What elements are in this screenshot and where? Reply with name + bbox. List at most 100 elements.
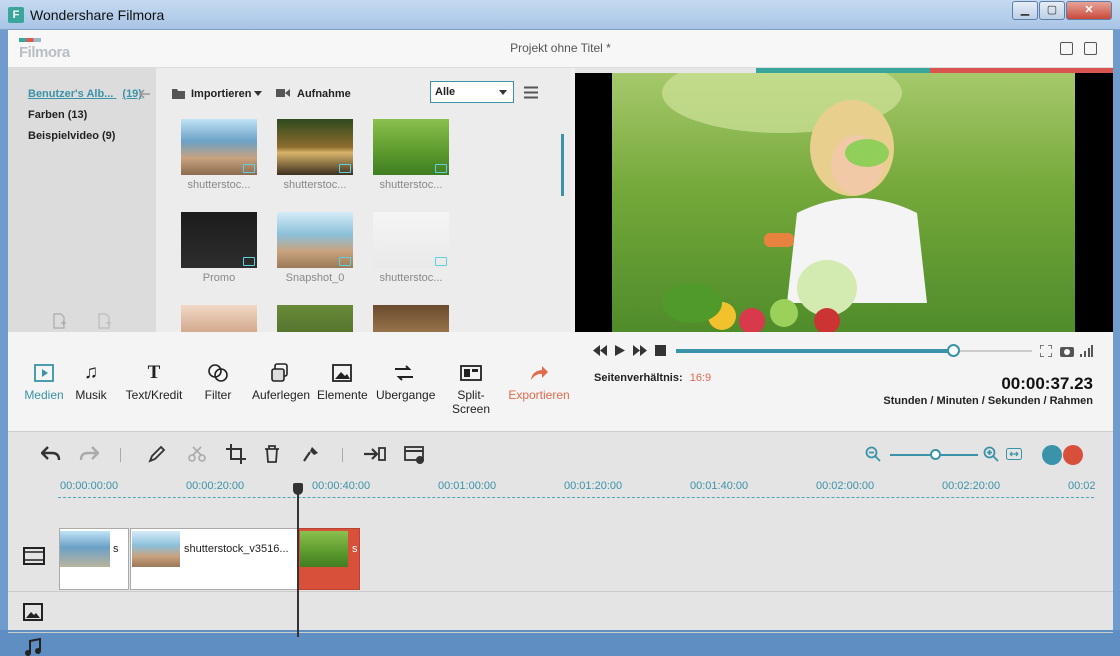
playback-progress-bar[interactable] [676,344,1032,357]
tool-media-label: Medien [24,388,64,402]
clip-label: s [352,543,358,555]
stop-icon[interactable] [655,345,666,356]
media-caption: shutterstoc... [379,179,443,191]
app-window: F Wondershare Filmora ▁ ▢ ✕ Filmora Proj… [0,0,1120,656]
media-filter-value: Alle [435,86,456,98]
media-scrollbar[interactable] [561,134,564,196]
play-icon[interactable] [615,345,625,356]
tool-text[interactable]: T Text/Kredit [124,362,184,402]
split-screen-icon [460,365,482,381]
timeline-clip[interactable]: shutterstock_v3516... [130,528,298,590]
media-thumbnail[interactable] [181,119,257,175]
timeline-clip[interactable]: s [59,528,129,590]
remove-album-icon[interactable] [97,313,111,329]
window-title: Wondershare Filmora [30,7,165,23]
minimize-button[interactable]: ▁ [1012,1,1038,20]
edit-pencil-icon[interactable] [148,445,166,463]
tool-transitions[interactable]: Ubergange [376,362,435,402]
music-icon: ♫ [83,362,99,383]
zoom-out-icon[interactable] [865,446,881,462]
import-dropdown-icon[interactable] [254,91,262,96]
redo-icon[interactable] [79,445,99,463]
tool-split-screen[interactable]: Split-Screen [440,362,502,416]
video-preview[interactable] [575,68,1113,332]
record-button[interactable]: Aufnahme [297,88,351,100]
album-user[interactable]: Benutzer's Alb... (19) [28,88,142,100]
video-badge-icon [435,257,447,266]
fullscreen-icon[interactable] [1040,345,1052,357]
album-sample-video[interactable]: Beispielvideo (9) [28,130,115,142]
timeline-ruler[interactable]: 00:00:00:00 00:00:20:00 00:00:40:00 00:0… [58,478,1096,498]
snapshot-camera-icon[interactable] [1060,345,1074,357]
camera-icon[interactable] [276,88,290,98]
list-view-icon[interactable] [524,86,538,99]
media-icon [34,364,54,382]
media-thumbnail[interactable] [373,305,449,332]
preview-image [662,73,927,332]
maximize-button[interactable]: ▢ [1039,1,1065,20]
tool-export[interactable]: Exportieren [508,362,570,402]
timeline-grid-icon[interactable] [1063,445,1083,465]
tool-overlay[interactable]: Auferlegen [252,362,310,402]
tool-media[interactable]: Medien [24,362,64,402]
tool-music-label: Musik [75,388,107,402]
scene-detection-icon[interactable] [364,445,386,463]
advanced-settings-icon[interactable] [404,445,426,465]
playhead-knob[interactable] [293,483,303,495]
clip-label: shutterstock_v3516... [184,543,289,555]
media-thumbnail[interactable] [373,119,449,175]
album-colors[interactable]: Farben (13) [28,109,87,121]
tool-split-screen-label: Split-Screen [451,388,491,416]
ruler-tick-label: 00:00:00:00 [60,480,119,492]
close-button[interactable]: ✕ [1066,1,1112,20]
volume-level-icon[interactable] [1080,345,1093,357]
save-icon[interactable] [1060,42,1073,55]
media-caption: shutterstoc... [379,272,443,284]
ruler-tick-label: 00:00:20:00 [186,480,245,492]
tool-export-label: Exportieren [508,388,570,402]
media-thumbnail[interactable] [373,212,449,268]
window-titlebar[interactable]: F Wondershare Filmora ▁ ▢ ✕ [0,0,1120,30]
playback-progress-handle[interactable] [946,344,960,357]
tool-filter[interactable]: Filter [201,362,235,402]
crop-icon[interactable] [226,444,246,464]
delete-trash-icon[interactable] [264,445,280,463]
media-filter-select[interactable]: Alle [430,81,514,103]
rewind-icon[interactable] [593,345,607,356]
undo-icon[interactable] [41,445,61,463]
media-thumbnail[interactable] [181,212,257,268]
add-album-icon[interactable] [52,313,66,329]
folder-icon[interactable] [172,88,185,99]
media-thumbnail[interactable] [277,305,353,332]
tool-music[interactable]: ♫ Musik [74,362,108,402]
split-scissors-icon[interactable] [188,445,206,463]
project-title: Projekt ohne Titel * [510,41,611,55]
media-toolbar: Importieren Aufnahme Alle [156,68,571,108]
ruler-tick-label: 00:01:40:00 [690,480,749,492]
aspect-ratio[interactable]: Seitenverhältnis: 16:9 [594,372,711,384]
clip-thumbnail [60,531,110,567]
collapse-arrow-icon[interactable] [139,89,151,99]
media-thumbnail[interactable] [181,305,257,332]
timeline-playhead[interactable] [293,483,303,637]
fit-timeline-icon[interactable] [1006,448,1022,460]
fast-forward-icon[interactable] [633,345,647,356]
media-thumbnail[interactable] [277,212,353,268]
voiceover-mic-icon[interactable] [302,445,320,463]
timecode-display: 00:00:37.23 [1001,374,1093,393]
aspect-ratio-value: 16:9 [689,372,712,384]
export-icon [531,366,548,380]
tool-filter-label: Filter [204,388,232,402]
tool-elements[interactable]: Elemente [317,362,368,402]
timeline-clip-selected[interactable]: s [298,528,360,590]
zoom-in-icon[interactable] [983,446,999,462]
import-button[interactable]: Importieren [191,88,252,100]
zoom-slider-handle[interactable] [930,449,941,460]
video-track-icon [23,547,45,565]
track-manager-icon[interactable] [1042,445,1062,465]
media-caption: Snapshot_0 [285,272,345,284]
ruler-tick-label: 00:02:00:00 [816,480,875,492]
media-thumbnail[interactable] [277,119,353,175]
preview-frame [612,73,1075,332]
menu-list-icon[interactable] [1084,42,1097,55]
